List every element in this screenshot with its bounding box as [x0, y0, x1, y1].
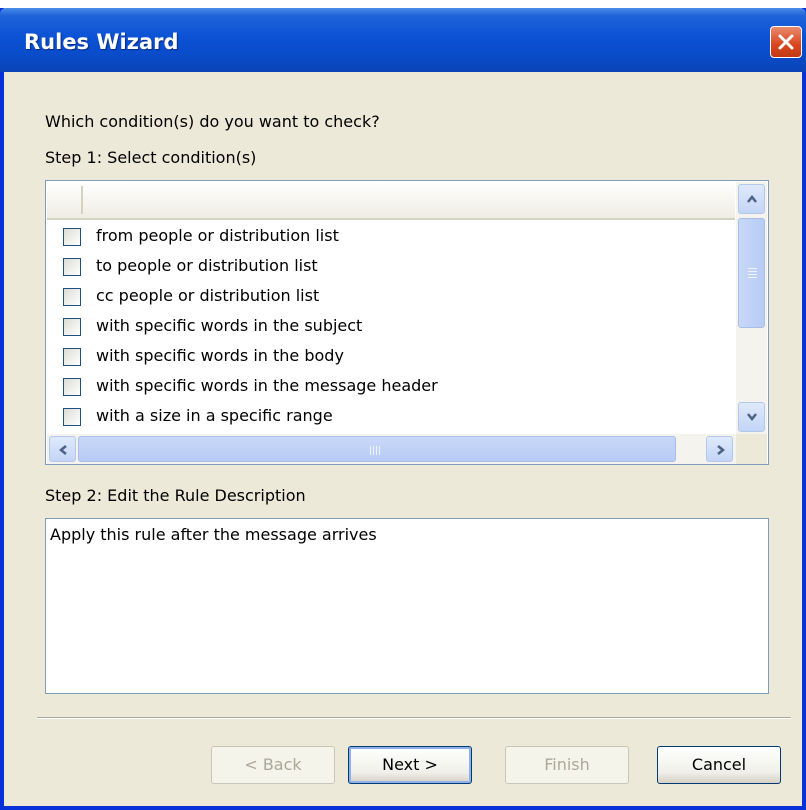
- next-button[interactable]: Next >: [348, 746, 472, 784]
- scroll-right-button[interactable]: [706, 436, 733, 462]
- window-title: Rules Wizard: [24, 30, 179, 54]
- condition-item[interactable]: to people or distribution list: [46, 255, 736, 285]
- close-icon: [778, 34, 794, 50]
- rule-description-text[interactable]: Apply this rule after the message arrive…: [50, 525, 377, 544]
- vertical-scroll-thumb[interactable]: [738, 218, 765, 328]
- condition-item[interactable]: with specific words in the message heade…: [46, 375, 736, 405]
- rule-description-box[interactable]: Apply this rule after the message arrive…: [45, 518, 769, 694]
- condition-label[interactable]: cc people or distribution list: [96, 286, 319, 305]
- list-header: [47, 182, 735, 220]
- condition-checkbox[interactable]: [63, 258, 81, 276]
- chevron-left-icon: [58, 445, 67, 455]
- scroll-left-button[interactable]: [49, 436, 76, 462]
- condition-item[interactable]: from people or distribution list: [46, 225, 736, 255]
- condition-item[interactable]: with a size in a specific range: [46, 405, 736, 434]
- condition-checkbox[interactable]: [63, 228, 81, 246]
- finish-button[interactable]: Finish: [505, 746, 629, 784]
- scroll-up-button[interactable]: [738, 184, 765, 214]
- conditions-list[interactable]: from people or distribution list to peop…: [45, 180, 769, 465]
- condition-checkbox[interactable]: [63, 408, 81, 426]
- thumb-grip: [370, 446, 371, 455]
- condition-checkbox[interactable]: [63, 378, 81, 396]
- scrollbar-corner: [736, 434, 767, 464]
- step2-label: Step 2: Edit the Rule Description: [45, 486, 306, 505]
- condition-item[interactable]: with specific words in the subject: [46, 315, 736, 345]
- condition-checkbox[interactable]: [63, 288, 81, 306]
- condition-checkbox[interactable]: [63, 318, 81, 336]
- vertical-scrollbar[interactable]: [736, 182, 767, 434]
- condition-item[interactable]: with specific words in the body: [46, 345, 736, 375]
- condition-label[interactable]: with specific words in the subject: [96, 316, 362, 335]
- title-bar[interactable]: Rules Wizard: [0, 8, 806, 72]
- condition-label[interactable]: with specific words in the message heade…: [96, 376, 438, 395]
- horizontal-scroll-thumb[interactable]: [78, 436, 676, 462]
- thumb-grip: [373, 446, 374, 455]
- thumb-grip: [748, 268, 757, 269]
- back-button[interactable]: < Back: [211, 746, 335, 784]
- horizontal-scrollbar[interactable]: [47, 434, 767, 464]
- condition-label[interactable]: from people or distribution list: [96, 226, 339, 245]
- condition-label[interactable]: with a size in a specific range: [96, 406, 333, 425]
- chevron-down-icon: [747, 413, 757, 422]
- step1-label: Step 1: Select condition(s): [45, 148, 257, 167]
- condition-label[interactable]: with specific words in the body: [96, 346, 344, 365]
- scroll-down-button[interactable]: [738, 402, 765, 432]
- condition-item[interactable]: cc people or distribution list: [46, 285, 736, 315]
- thumb-grip: [379, 446, 380, 455]
- thumb-grip: [748, 274, 757, 275]
- thumb-grip: [748, 271, 757, 272]
- chevron-right-icon: [717, 445, 726, 455]
- conditions-items: from people or distribution list to peop…: [46, 219, 736, 434]
- thumb-grip: [376, 446, 377, 455]
- close-button[interactable]: [770, 26, 802, 58]
- header-column-divider: [81, 186, 83, 214]
- chevron-up-icon: [747, 194, 757, 203]
- cancel-button[interactable]: Cancel: [657, 746, 781, 784]
- condition-checkbox[interactable]: [63, 348, 81, 366]
- prompt-text: Which condition(s) do you want to check?: [45, 112, 380, 131]
- thumb-grip: [748, 277, 757, 278]
- button-separator: [37, 717, 791, 719]
- condition-label[interactable]: to people or distribution list: [96, 256, 318, 275]
